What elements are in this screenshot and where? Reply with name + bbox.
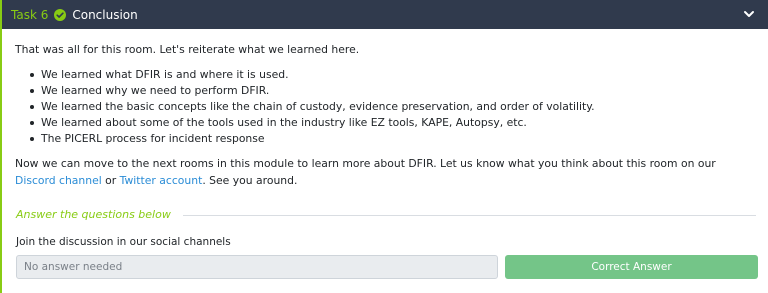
chevron-down-icon[interactable]	[743, 8, 755, 20]
outro-text-start: Now we can move to the next rooms in thi…	[15, 157, 716, 170]
correct-answer-button-label: Correct Answer	[591, 261, 672, 273]
divider	[182, 214, 756, 216]
task-header[interactable]: Task 6 Conclusion	[2, 0, 768, 29]
task-card: Task 6 Conclusion That was all for this …	[0, 0, 768, 293]
outro-text-end: . See you around.	[202, 174, 298, 187]
list-item: We learned about some of the tools used …	[15, 115, 755, 131]
list-item: The PICERL process for incident response	[15, 131, 755, 147]
intro-text: That was all for this room. Let's reiter…	[15, 43, 360, 56]
list-item: We learned why we need to perform DFIR.	[15, 83, 755, 99]
task-number: Task 6	[11, 7, 49, 22]
list-item: We learned what DFIR is and where it is …	[15, 67, 755, 83]
correct-answer-button[interactable]: Correct Answer	[505, 255, 758, 279]
check-circle-icon	[54, 8, 67, 21]
task-title: Conclusion	[72, 7, 138, 22]
learned-list: We learned what DFIR is and where it is …	[15, 67, 755, 147]
answer-section-title: Answer the questions below	[16, 208, 171, 221]
list-item: We learned the basic concepts like the c…	[15, 99, 755, 115]
outro-text: Now we can move to the next rooms in thi…	[15, 155, 755, 189]
question-text: Join the discussion in our social channe…	[16, 236, 231, 248]
answer-input[interactable]: No answer needed	[16, 255, 498, 279]
answer-section-header: Answer the questions below	[16, 208, 756, 222]
outro-text-middle: or	[101, 174, 120, 187]
twitter-account-link[interactable]: Twitter account	[120, 174, 203, 187]
discord-channel-link[interactable]: Discord channel	[15, 174, 102, 187]
answer-input-value: No answer needed	[24, 261, 123, 273]
